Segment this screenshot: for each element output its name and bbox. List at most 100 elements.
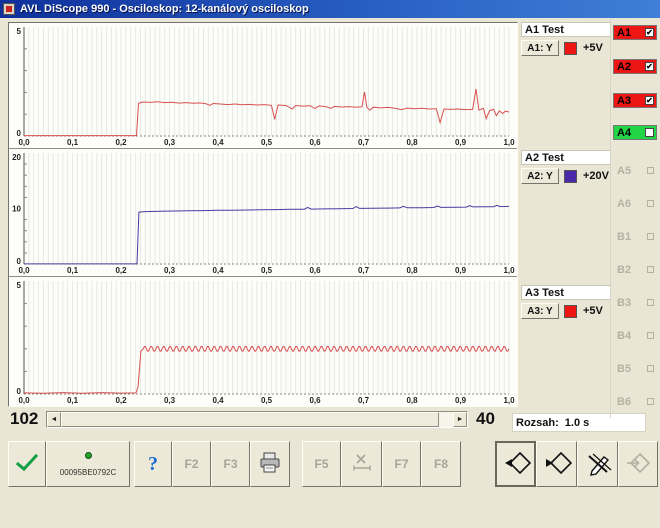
time-scroll-row: 102 ◄ ► 40: [8, 409, 518, 431]
channel-column: A1✔A2✔A3✔A4A5A6B1B2B3B4B5B6: [610, 18, 660, 418]
channel-checkbox: [647, 233, 654, 240]
svg-text:0,8: 0,8: [406, 138, 418, 147]
a3-range-value: +5V: [583, 305, 603, 317]
channel-label: B2: [617, 264, 631, 276]
svg-text:0: 0: [17, 387, 22, 396]
f8-button: F8: [421, 441, 461, 487]
channel-item-a3[interactable]: A3 ✔: [613, 93, 659, 109]
no-edit-button[interactable]: [577, 441, 618, 487]
scrollbar-thumb[interactable]: [61, 412, 439, 427]
svg-text:0,7: 0,7: [358, 396, 370, 405]
svg-text:0,6: 0,6: [309, 266, 321, 275]
help-button[interactable]: ?: [134, 441, 172, 487]
channel-checkbox: [647, 398, 654, 405]
svg-text:0,3: 0,3: [164, 138, 176, 147]
a3-color-swatch: [564, 305, 577, 318]
channel-checkbox[interactable]: ✔: [645, 62, 654, 71]
svg-text:0,5: 0,5: [261, 396, 273, 405]
svg-text:5: 5: [17, 281, 22, 290]
scroll-left-arrow[interactable]: ◄: [47, 412, 61, 427]
channel-label: B6: [617, 396, 631, 408]
a2-range-value: +20V: [583, 170, 609, 182]
svg-text:1,0: 1,0: [503, 138, 515, 147]
svg-text:20: 20: [12, 153, 21, 162]
green-check-icon: [15, 453, 39, 476]
no-edit-icon: [584, 450, 612, 479]
signal-title: A2 Test: [521, 150, 611, 165]
channel-checkbox: [647, 332, 654, 339]
channel-checkbox[interactable]: ✔: [645, 96, 654, 105]
channel-label: A5: [617, 165, 631, 177]
svg-text:0,1: 0,1: [67, 138, 79, 147]
channel-label: B5: [617, 363, 631, 375]
channel-label: A6: [617, 198, 631, 210]
toolbar: 00095BE0792C ? F2 F3 F5 F7: [8, 441, 658, 487]
channel-label: B3: [617, 297, 631, 309]
cursor-next-button[interactable]: [536, 441, 577, 487]
a1-range-value: +5V: [583, 42, 603, 54]
a1-color-swatch: [564, 42, 577, 55]
svg-text:0,1: 0,1: [67, 266, 79, 275]
printer-icon: [258, 452, 282, 477]
svg-text:0,5: 0,5: [261, 138, 273, 147]
chart-a2: 201000,00,10,20,30,40,50,60,70,80,91,0: [9, 148, 517, 276]
signal-panel-a2: A2 Test A2: Y +20V: [521, 150, 611, 184]
channel-checkbox: [647, 200, 654, 207]
cursor-measure-icon: [351, 453, 373, 476]
a2-color-swatch: [564, 170, 577, 183]
cursor-prev-button[interactable]: [495, 441, 536, 487]
horizontal-scrollbar[interactable]: ◄ ►: [46, 411, 468, 428]
svg-text:0,9: 0,9: [455, 396, 467, 405]
diamond-next-icon: [542, 450, 572, 479]
led-indicator-icon: [85, 452, 92, 459]
a1-y-button[interactable]: A1: Y: [521, 40, 559, 56]
channel-checkbox: [647, 365, 654, 372]
channel-item-a2[interactable]: A2 ✔: [613, 59, 659, 75]
channel-label: A3: [617, 95, 631, 107]
svg-text:0,0: 0,0: [18, 396, 30, 405]
svg-text:0,9: 0,9: [455, 138, 467, 147]
svg-text:0,4: 0,4: [212, 266, 224, 275]
svg-text:0,2: 0,2: [115, 138, 127, 147]
channel-label: B4: [617, 330, 631, 342]
chart-a3: 500,00,10,20,30,40,50,60,70,80,91,0: [9, 276, 517, 406]
svg-text:0,8: 0,8: [406, 266, 418, 275]
svg-text:1,0: 1,0: [503, 396, 515, 405]
oscilloscope-plot-panel: 500,00,10,20,30,40,50,60,70,80,91,0 2010…: [8, 22, 518, 407]
f7-button: F7: [382, 441, 421, 487]
svg-text:0,6: 0,6: [309, 138, 321, 147]
svg-text:0,7: 0,7: [358, 266, 370, 275]
diamond-prev-icon: [501, 450, 531, 479]
channel-checkbox[interactable]: [645, 128, 654, 137]
channel-item-a4[interactable]: A4: [613, 125, 659, 141]
svg-text:0,0: 0,0: [18, 266, 30, 275]
enter-diamond-button: [618, 441, 658, 487]
svg-text:0,6: 0,6: [309, 396, 321, 405]
channel-item-b3: B3: [613, 295, 659, 311]
channel-checkbox: [647, 266, 654, 273]
f2-button: F2: [172, 441, 211, 487]
a2-y-button[interactable]: A2: Y: [521, 168, 559, 184]
confirm-button[interactable]: [8, 441, 46, 487]
chart-a1: 500,00,10,20,30,40,50,60,70,80,91,0: [9, 23, 517, 148]
channel-item-a1[interactable]: A1✔: [613, 25, 659, 41]
channel-item-b5: B5: [613, 361, 659, 377]
channel-checkbox[interactable]: ✔: [645, 28, 654, 37]
svg-text:0,4: 0,4: [212, 138, 224, 147]
a3-y-button[interactable]: A3: Y: [521, 303, 559, 319]
app-icon: [3, 3, 15, 15]
svg-text:0,3: 0,3: [164, 396, 176, 405]
svg-text:0,3: 0,3: [164, 266, 176, 275]
channel-item-a6: A6: [613, 196, 659, 212]
range-label: Rozsah:: [516, 417, 559, 429]
scroll-right-arrow[interactable]: ►: [453, 412, 467, 427]
device-status-button[interactable]: 00095BE0792C: [46, 441, 130, 487]
signal-panel-a3: A3 Test A3: Y +5V: [521, 285, 611, 319]
svg-text:0,9: 0,9: [455, 266, 467, 275]
channel-item-b2: B2: [613, 262, 659, 278]
svg-text:10: 10: [12, 205, 21, 214]
signal-title: A3 Test: [521, 285, 611, 300]
svg-text:0,7: 0,7: [358, 138, 370, 147]
print-button[interactable]: [250, 441, 290, 487]
channel-label: A2: [617, 61, 631, 73]
